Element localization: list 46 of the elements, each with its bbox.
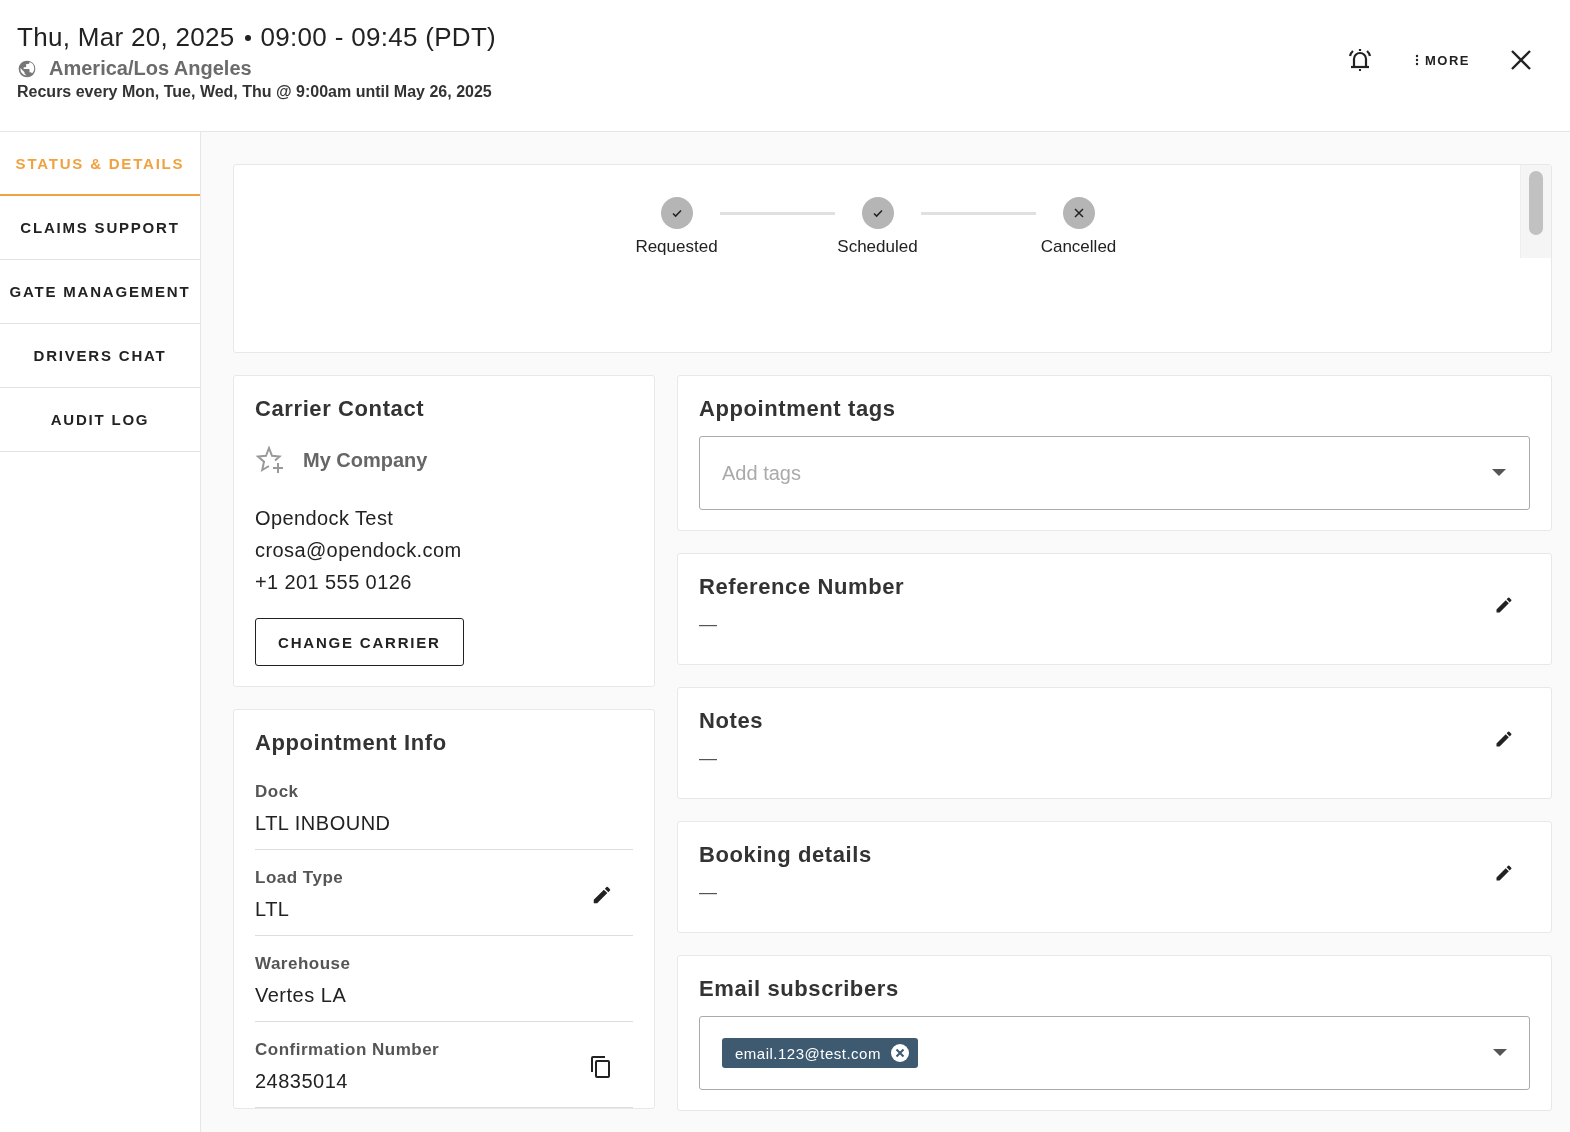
card-title: Reference Number	[699, 574, 905, 600]
appointment-time: 09:00 - 09:45 (PDT)	[260, 22, 497, 53]
tags-input[interactable]: Add tags	[699, 436, 1530, 510]
card-title: Booking details	[699, 842, 872, 868]
card-title: Notes	[699, 708, 764, 734]
card-title: Appointment Info	[255, 730, 448, 756]
more-dots-icon	[1415, 54, 1419, 66]
step-label: Scheduled	[837, 237, 918, 257]
contact-name: Opendock Test	[255, 506, 395, 531]
field-value: 24835014	[255, 1070, 349, 1093]
scrollbar[interactable]	[1520, 165, 1551, 258]
dropdown-caret-icon	[1492, 469, 1506, 477]
separator-dot-icon	[244, 34, 251, 41]
empty-value: —	[699, 748, 718, 769]
card-title: Email subscribers	[699, 976, 900, 1002]
empty-value: —	[699, 614, 718, 635]
close-icon[interactable]	[1510, 49, 1532, 71]
field-label: Confirmation Number	[255, 1040, 440, 1060]
pencil-icon[interactable]	[1494, 594, 1514, 615]
appointment-date: Thu, Mar 20, 2025	[17, 22, 235, 53]
empty-value: —	[699, 882, 718, 903]
step-label: Cancelled	[1040, 237, 1117, 257]
step-label: Requested	[635, 237, 718, 257]
change-carrier-button[interactable]: CHANGE CARRIER	[255, 618, 464, 666]
copy-icon[interactable]	[589, 1054, 613, 1079]
dropdown-caret-icon	[1493, 1049, 1507, 1057]
pencil-icon[interactable]	[1494, 862, 1514, 883]
pencil-icon[interactable]	[1494, 728, 1514, 749]
field-label: Load Type	[255, 868, 344, 888]
card-title: Appointment tags	[699, 396, 897, 422]
more-button[interactable]: MORE	[1415, 52, 1470, 68]
card-title: Carrier Contact	[255, 396, 426, 422]
field-value: LTL	[255, 898, 291, 921]
subscribers-select[interactable]: email.123@test.com	[699, 1016, 1530, 1090]
company-name: My Company	[303, 448, 428, 472]
remove-icon[interactable]	[889, 1043, 910, 1063]
timezone: America/Los Angeles	[49, 57, 252, 80]
contact-email: crosa@opendock.com	[255, 538, 463, 563]
recurrence-text: Recurs every Mon, Tue, Wed, Thu @ 9:00am until May 26, 2025	[17, 83, 493, 101]
field-label: Dock	[255, 782, 300, 802]
field-value: Vertes LA	[255, 984, 348, 1007]
contact-phone: +1 201 555 0126	[255, 570, 413, 595]
globe-icon	[17, 58, 37, 79]
field-label: Warehouse	[255, 954, 351, 974]
field-value: LTL INBOUND	[255, 812, 391, 835]
email-chip[interactable]: email.123@test.com	[722, 1038, 918, 1068]
